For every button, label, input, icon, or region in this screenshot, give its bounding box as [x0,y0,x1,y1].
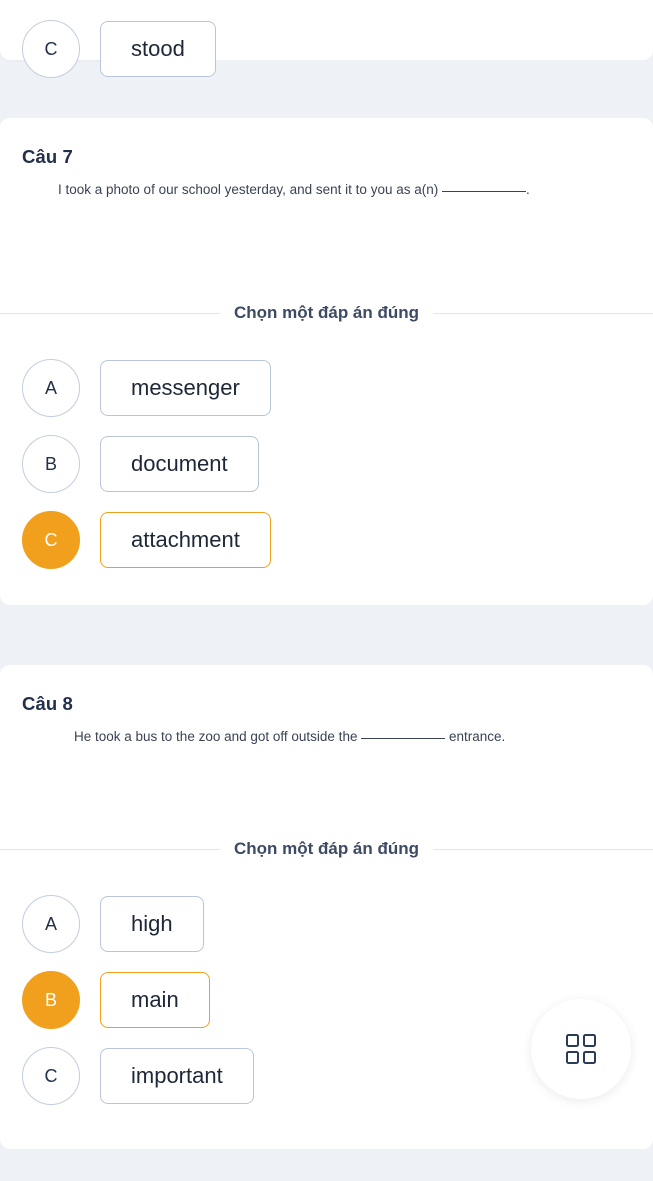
quiz-page: C stood Câu 7 I took a photo of our scho… [0,0,653,1181]
option-label-button-b[interactable]: main [100,972,210,1028]
grid-icon-square-2 [583,1034,596,1047]
option-letter-badge-c[interactable]: C [22,1047,80,1105]
question-text: I took a photo of our school yesterday, … [22,168,635,200]
option-row-a[interactable]: A messenger [22,359,271,417]
options-list-7: A messenger B document C attachment [22,359,271,587]
question-palette-button[interactable] [531,999,631,1099]
choose-answer-label: Chọn một đáp án đúng [233,303,420,322]
choose-answer-label: Chọn một đáp án đúng [233,839,420,858]
divider-line-left [0,312,220,314]
option-letter-badge-c[interactable]: C [22,511,80,569]
option-row-c[interactable]: C attachment [22,511,271,569]
option-letter-badge-a[interactable]: A [22,895,80,953]
grid-icon-square-1 [566,1034,579,1047]
option-letter-badge-a[interactable]: A [22,359,80,417]
grid-icon [566,1034,596,1064]
option-label-button-c[interactable]: important [100,1048,254,1104]
question-card-previous: C stood [0,0,653,78]
grid-icon-square-3 [566,1051,579,1064]
option-label-button-a[interactable]: messenger [100,360,271,416]
question-text: He took a bus to the zoo and got off out… [22,715,635,747]
grid-icon-square-4 [583,1051,596,1064]
answer-blank [442,191,526,192]
option-label-button-c[interactable]: attachment [100,512,271,568]
question-text-before: I took a photo of our school yesterday, … [58,182,439,197]
options-list-8: A high B main C important [22,895,254,1123]
choose-answer-divider: Chọn một đáp án đúng [0,303,653,323]
option-label-button-b[interactable]: document [100,436,259,492]
answer-blank [361,738,446,739]
option-row[interactable]: C stood [22,20,216,78]
choose-answer-divider: Chọn một đáp án đúng [0,839,653,859]
question-block-8: Câu 8 He took a bus to the zoo and got o… [22,693,635,747]
question-text-after: entrance. [449,729,506,744]
divider-line-right [433,848,653,850]
question-text-before: He took a bus to the zoo and got off out… [74,729,358,744]
question-card-7: Câu 7 I took a photo of our school yeste… [0,118,653,605]
question-title: Câu 7 [22,146,73,167]
question-block-7: Câu 7 I took a photo of our school yeste… [22,146,635,200]
divider-line-right [433,312,653,314]
option-row-b[interactable]: B main [22,971,254,1029]
option-row-b[interactable]: B document [22,435,271,493]
option-letter-badge-b[interactable]: B [22,971,80,1029]
option-letter-badge-b[interactable]: B [22,435,80,493]
question-title: Câu 8 [22,693,73,714]
option-letter-badge[interactable]: C [22,20,80,78]
option-row-a[interactable]: A high [22,895,254,953]
option-label-button-a[interactable]: high [100,896,204,952]
options-list-previous: C stood [22,20,216,96]
option-row-c[interactable]: C important [22,1047,254,1105]
question-text-after: . [526,182,530,197]
divider-line-left [0,848,220,850]
option-label-button[interactable]: stood [100,21,216,77]
